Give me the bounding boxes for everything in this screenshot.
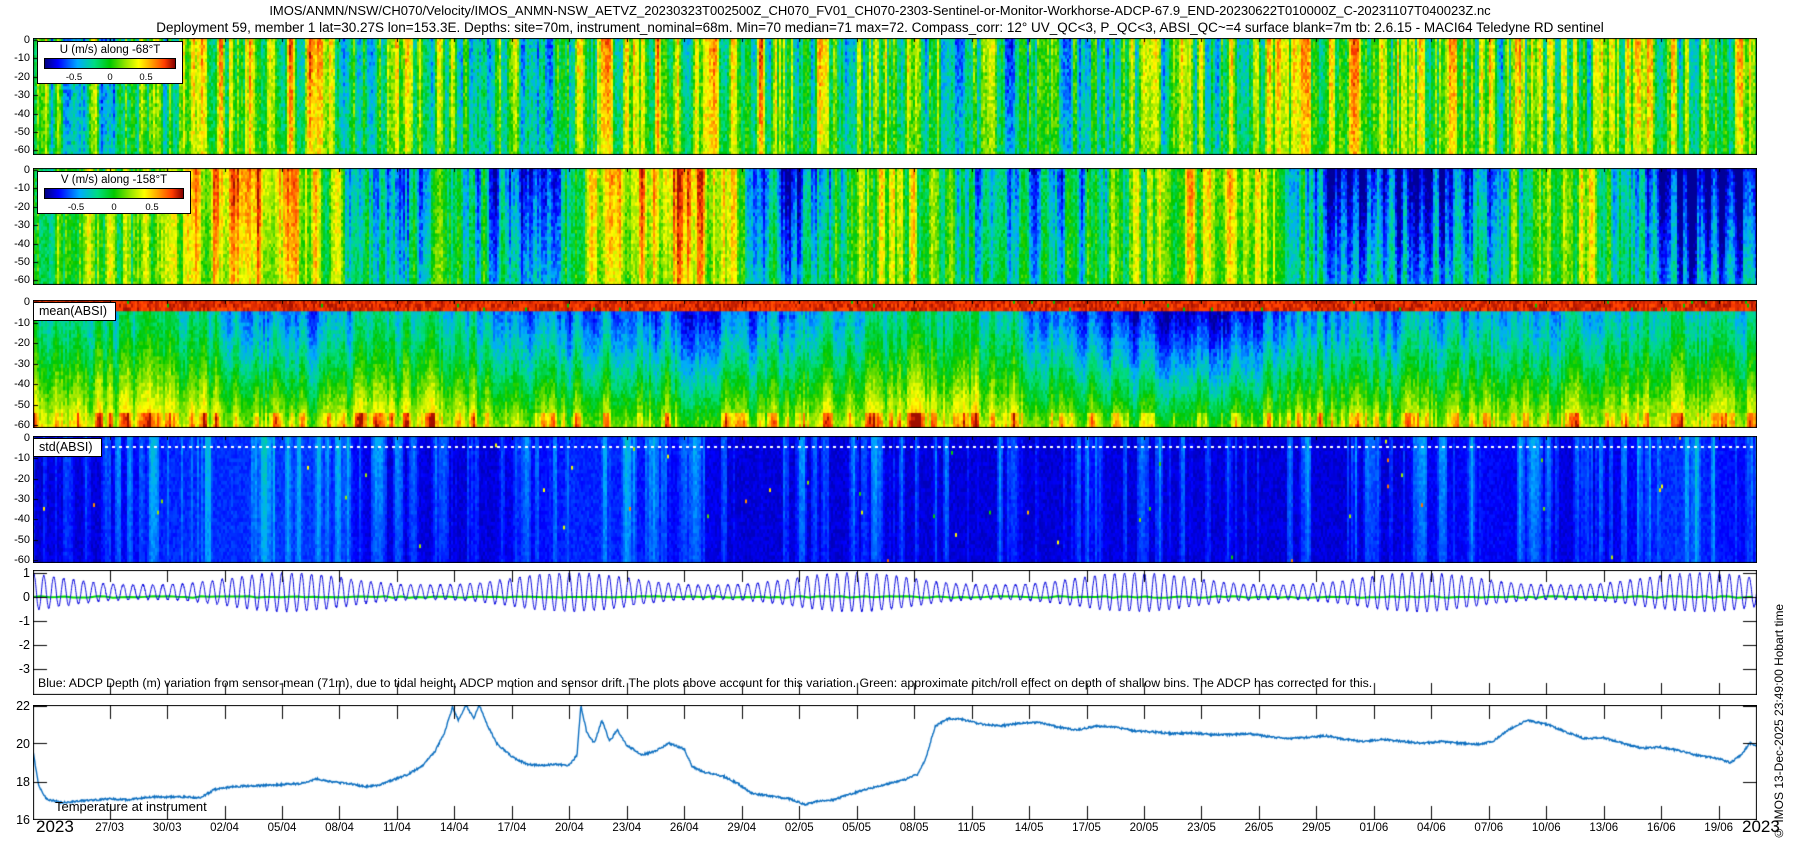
x-tick-label: 02/05	[772, 822, 826, 834]
x-tick-label: 19/06	[1692, 822, 1746, 834]
x-tick-label: 04/06	[1404, 822, 1458, 834]
colorbar-tick-label: 0	[107, 72, 112, 83]
x-tick-label: 29/04	[715, 822, 769, 834]
y-tick-label: -20	[0, 337, 30, 349]
y-tick-label: -10	[0, 182, 30, 194]
std-absi-heatmap	[33, 436, 1757, 563]
x-tick-label: 02/04	[198, 822, 252, 834]
x-tick-label: 20/04	[542, 822, 596, 834]
y-tick-label: -10	[0, 317, 30, 329]
x-tick-label: 16/06	[1634, 822, 1688, 834]
x-tick-label: 08/04	[312, 822, 366, 834]
y-tick-label: -60	[0, 419, 30, 431]
u-legend-title: U (m/s) along -68°T	[44, 44, 176, 58]
x-tick-label: 30/03	[140, 822, 194, 834]
x-tick-label: 29/05	[1289, 822, 1343, 834]
y-tick-label: 20	[0, 737, 30, 751]
colorbar-tick-label: -0.5	[68, 202, 84, 213]
u-velocity-heatmap	[33, 38, 1757, 155]
x-tick-label: 17/04	[485, 822, 539, 834]
depth-variation-note: Blue: ADCP Depth (m) variation from sens…	[38, 676, 1372, 690]
x-tick-label: 14/04	[427, 822, 481, 834]
y-tick-label: 0	[0, 296, 30, 308]
y-tick-label: -30	[0, 358, 30, 370]
y-tick-label: 0	[0, 432, 30, 444]
adcp-figure: IMOS/ANMN/NSW/CH070/Velocity/IMOS_ANMN-N…	[0, 0, 1800, 850]
x-tick-label: 23/04	[600, 822, 654, 834]
colorbar-tick-label: -0.5	[66, 72, 82, 83]
y-tick-label: -30	[0, 89, 30, 101]
y-tick-label: 16	[0, 813, 30, 827]
y-tick-label: -60	[0, 554, 30, 566]
jet-colorbar	[44, 58, 176, 69]
y-tick-label: 22	[0, 699, 30, 713]
y-tick-label: -30	[0, 493, 30, 505]
mean-absi-label: mean(ABSI)	[33, 302, 116, 321]
y-tick-label: -50	[0, 126, 30, 138]
figure-subtitle: Deployment 59, member 1 lat=30.27S lon=1…	[0, 20, 1760, 35]
y-tick-label: -50	[0, 534, 30, 546]
y-tick-label: -50	[0, 399, 30, 411]
colorbar-tick-label: 0.5	[145, 202, 158, 213]
y-tick-label: -30	[0, 219, 30, 231]
temperature-label: Temperature at instrument	[55, 799, 207, 814]
jet-colorbar	[44, 188, 184, 199]
y-tick-label: -20	[0, 71, 30, 83]
x-tick-label: 20/05	[1117, 822, 1171, 834]
y-tick-label: -40	[0, 108, 30, 120]
y-tick-label: -60	[0, 144, 30, 156]
imos-credit: © IMOS 13-Dec-2025 23:49:00 Hobart time	[1772, 472, 1786, 840]
v-legend-title: V (m/s) along -158°T	[44, 174, 184, 188]
v-velocity-heatmap	[33, 168, 1757, 285]
colorbar-tick-label: 0	[111, 202, 116, 213]
x-tick-label: 26/04	[657, 822, 711, 834]
x-tick-label: 14/05	[1002, 822, 1056, 834]
year-label-left: 2023	[36, 817, 74, 837]
x-tick-label: 26/05	[1232, 822, 1286, 834]
x-tick-label: 08/05	[887, 822, 941, 834]
y-tick-label: 0	[0, 590, 30, 604]
y-tick-label: -40	[0, 378, 30, 390]
y-tick-label: 0	[0, 164, 30, 176]
y-tick-label: 0	[0, 34, 30, 46]
y-tick-label: 1	[0, 566, 30, 580]
y-tick-label: -60	[0, 274, 30, 286]
y-tick-label: -10	[0, 452, 30, 464]
mean-absi-heatmap	[33, 300, 1757, 428]
x-tick-label: 01/06	[1347, 822, 1401, 834]
figure-title: IMOS/ANMN/NSW/CH070/Velocity/IMOS_ANMN-N…	[0, 3, 1760, 18]
x-tick-label: 11/04	[370, 822, 424, 834]
std-absi-label: std(ABSI)	[33, 438, 102, 457]
temperature-plot	[33, 705, 1757, 820]
u-colorbar-legend: U (m/s) along -68°T -0.5 0 0.5	[37, 41, 183, 84]
y-tick-label: -50	[0, 256, 30, 268]
y-tick-label: -3	[0, 662, 30, 676]
y-tick-label: -40	[0, 513, 30, 525]
y-tick-label: 18	[0, 775, 30, 789]
x-tick-label: 10/06	[1519, 822, 1573, 834]
y-tick-label: -20	[0, 201, 30, 213]
y-tick-label: -10	[0, 52, 30, 64]
x-tick-label: 23/05	[1174, 822, 1228, 834]
x-tick-label: 17/05	[1060, 822, 1114, 834]
y-tick-label: -2	[0, 638, 30, 652]
y-tick-label: -20	[0, 473, 30, 485]
x-tick-label: 07/06	[1462, 822, 1516, 834]
y-tick-label: -1	[0, 614, 30, 628]
x-tick-label: 05/04	[255, 822, 309, 834]
colorbar-tick-label: 0.5	[139, 72, 152, 83]
v-colorbar-legend: V (m/s) along -158°T -0.5 0 0.5	[37, 171, 191, 214]
y-tick-label: -40	[0, 238, 30, 250]
x-tick-label: 27/03	[83, 822, 137, 834]
x-tick-label: 13/06	[1577, 822, 1631, 834]
x-tick-label: 05/05	[830, 822, 884, 834]
x-tick-label: 11/05	[945, 822, 999, 834]
